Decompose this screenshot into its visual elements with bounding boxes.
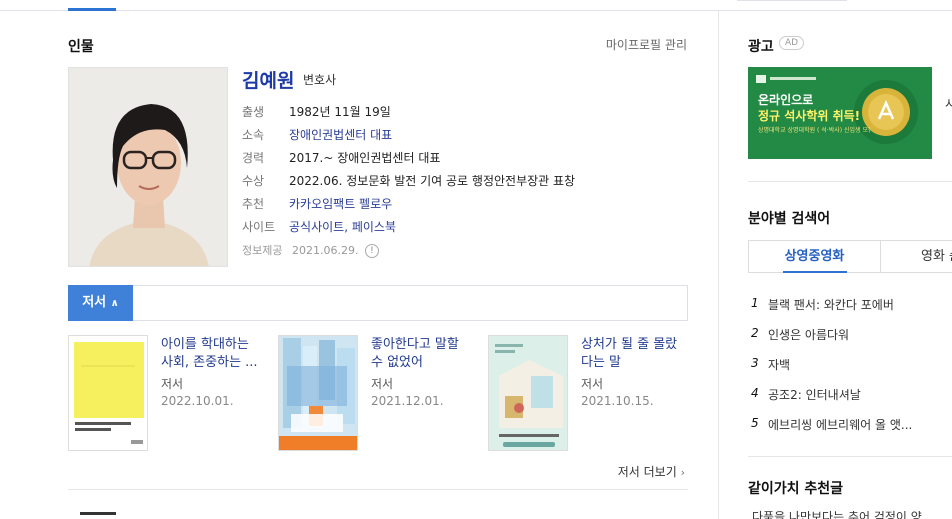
info-key: 수상: [242, 174, 265, 188]
help-icon[interactable]: !: [364, 244, 379, 258]
section-title-person: 인물: [68, 39, 94, 55]
my-profile-manage-link[interactable]: 마이프로필 관리: [606, 36, 687, 53]
tab-works[interactable]: 저서 ∧: [68, 285, 133, 321]
keyword-item[interactable]: 인생은 아름다워: [768, 326, 849, 343]
keyword-section-title: 분야별 검색어: [748, 211, 831, 227]
person-name[interactable]: 김예원: [242, 66, 294, 93]
works-tab-bar: 저서 ∧: [68, 285, 688, 321]
right-divider: [748, 456, 952, 457]
book-type-2: 저서: [371, 377, 394, 391]
book-title-3[interactable]: 상처가 될 줄 몰랐다는 말: [581, 336, 681, 372]
top-divider: [0, 10, 952, 11]
info-source: 정보제공 2021.06.29. !: [242, 242, 379, 258]
book-title-1[interactable]: 아이를 학대하는 사회, 존중하는 ...: [161, 336, 261, 372]
info-value: 1982년 11월 19일: [289, 105, 391, 119]
keyword-rank: 1: [751, 296, 759, 310]
chevron-up-icon: ∧: [110, 298, 119, 309]
book-type-3: 저서: [581, 377, 604, 391]
person-occupation: 변호사: [303, 73, 337, 87]
book-type-1: 저서: [161, 377, 184, 391]
section-separator: [68, 489, 688, 490]
keyword-tabs: 상영중영화 영화 순: [748, 240, 952, 273]
works-more-label: 저서 더보기: [617, 465, 677, 479]
book-cover-3[interactable]: [488, 335, 568, 451]
ad-line-1: 온라인으로: [758, 93, 814, 107]
keyword-item[interactable]: 자백: [768, 356, 790, 373]
info-key: 출생: [242, 105, 265, 119]
tab-movie-rank[interactable]: 영화 순: [921, 241, 952, 273]
keyword-rank: 4: [751, 386, 759, 400]
book-date-1: 2022.10.01.: [161, 394, 234, 408]
info-value: 2022.06. 정보문화 발전 기여 공로 행정안전부장관 표창: [289, 174, 576, 188]
info-key: 소속: [242, 128, 265, 142]
source-label: 정보제공: [242, 244, 283, 257]
tab-works-label: 저서: [82, 295, 107, 310]
keyword-item[interactable]: 공조2: 인터내셔날: [768, 386, 861, 403]
info-value: 2017.~ 장애인권법센터 대표: [289, 151, 441, 165]
ad-section-title: 광고: [748, 39, 774, 55]
profile-photo[interactable]: [68, 67, 228, 267]
info-key: 사이트: [242, 220, 276, 234]
source-date: 2021.06.29.: [291, 244, 359, 257]
book-date-2: 2021.12.01.: [371, 394, 444, 408]
ad-line-2: 정규 석사학위 취득!: [758, 109, 861, 123]
book-date-3: 2021.10.15.: [581, 394, 654, 408]
keyword-item[interactable]: 블랙 팬서: 와칸다 포에버: [768, 296, 894, 313]
ad-side-text: 시: [945, 97, 952, 111]
site-links[interactable]: 공식사이트, 페이스북: [289, 218, 396, 235]
keyword-rank: 2: [751, 326, 759, 340]
next-section-title-fragment: [80, 512, 116, 515]
right-divider: [748, 181, 952, 182]
chevron-right-icon: ›: [680, 466, 685, 479]
ad-line-3: 상명대학교 상명대학원 ( 석·박사) 신입생 모집 중: [758, 127, 870, 134]
active-tab-indicator: [68, 8, 116, 11]
column-divider: [718, 11, 719, 519]
book-cover-2[interactable]: [278, 335, 358, 451]
recommend-link[interactable]: 카카오임팩트 펠로우: [289, 195, 392, 212]
info-key: 추천: [242, 197, 265, 211]
book-cover-1[interactable]: [68, 335, 148, 451]
tab-now-showing[interactable]: 상영중영화: [749, 241, 881, 273]
works-more-link[interactable]: 저서 더보기 ›: [618, 463, 685, 480]
book-title-2[interactable]: 좋아한다고 말할 수 없었어: [371, 336, 471, 372]
keyword-item[interactable]: 에브리씽 에브리웨어 올 앳...: [768, 416, 912, 433]
keyword-rank: 5: [751, 416, 759, 430]
info-key: 경력: [242, 151, 265, 165]
ad-badge: AD: [779, 36, 805, 50]
top-right-search-edge: [737, 0, 847, 1]
recommend-item[interactable]: 다품을 나만보다는 추어 걱정이 양...: [752, 508, 933, 519]
affiliation-link[interactable]: 장애인권법센터 대표: [289, 126, 392, 143]
keyword-rank: 3: [751, 356, 759, 370]
recommend-section-title: 같이가치 추천글: [748, 481, 844, 497]
ad-banner[interactable]: 온라인으로 정규 석사학위 취득! 상명대학교 상명대학원 ( 석·박사) 신입…: [748, 67, 932, 159]
